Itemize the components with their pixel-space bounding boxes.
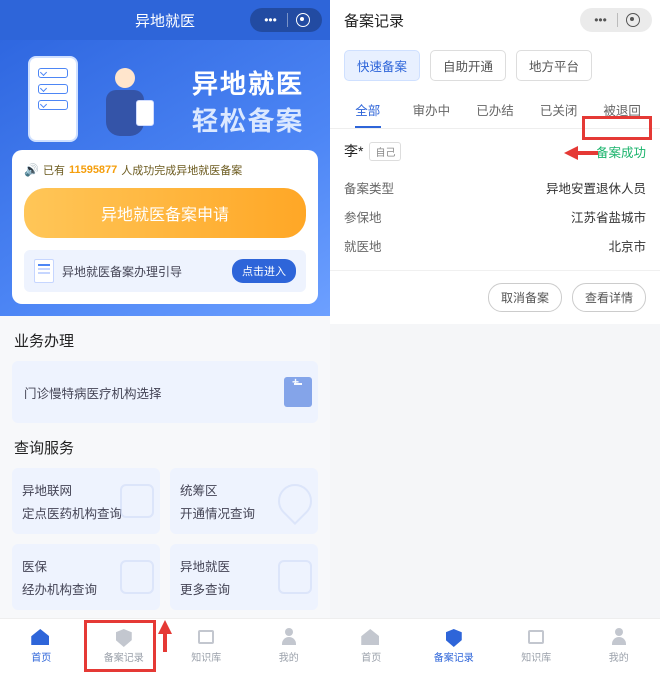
empty-area [330, 324, 660, 644]
tabbar-left: 首页 备案记录 知识库 我的 [0, 618, 330, 674]
guide-row[interactable]: 异地就医备案办理引导 点击进入 [24, 250, 306, 292]
tab-records[interactable]: 备案记录 [413, 619, 496, 674]
book-icon [528, 630, 544, 644]
navbar-right: 备案记录 ••• [330, 0, 660, 40]
hero-banner: 异地就医 轻松备案 [12, 40, 318, 150]
tab-all[interactable]: 全部 [336, 91, 400, 128]
apply-button[interactable]: 异地就医备案申请 [24, 188, 306, 238]
view-detail-button[interactable]: 查看详情 [572, 283, 646, 312]
chip-self[interactable]: 自助开通 [430, 50, 506, 81]
tabbar-right: 首页 备案记录 知识库 我的 [330, 618, 660, 674]
tab-mine[interactable]: 我的 [248, 619, 331, 674]
phone-illustration [28, 56, 78, 142]
filter-chips: 快速备案 自助开通 地方平台 [330, 40, 660, 91]
chip-local[interactable]: 地方平台 [516, 50, 592, 81]
query-more[interactable]: 异地就医更多查询 [170, 544, 318, 610]
home-icon [361, 629, 379, 645]
close-miniapp-icon[interactable] [296, 13, 310, 27]
query-region-status[interactable]: 统筹区开通情况查询 [170, 468, 318, 534]
tab-home[interactable]: 首页 [330, 619, 413, 674]
tab-returned[interactable]: 被退回 [590, 91, 654, 128]
tab-done[interactable]: 已办结 [463, 91, 527, 128]
record-name: 李* 自己 [344, 141, 401, 161]
cancel-record-button[interactable]: 取消备案 [488, 283, 562, 312]
document-icon [34, 259, 54, 283]
tab-knowledge[interactable]: 知识库 [495, 619, 578, 674]
biz-card-chronic[interactable]: 门诊慢特病医疗机构选择 [12, 361, 318, 423]
success-stat: 🔊 已有 11595877 人成功完成异地就医备案 [24, 162, 306, 178]
chip-fast[interactable]: 快速备案 [344, 50, 420, 81]
status-tabs: 全部 审办中 已办结 已关闭 被退回 [330, 91, 660, 129]
shield-icon [446, 629, 462, 647]
guide-text: 异地就医备案办理引导 [62, 263, 182, 280]
card-icon [120, 560, 154, 594]
speaker-icon: 🔊 [24, 163, 39, 177]
tab-records[interactable]: 备案记录 [83, 619, 166, 674]
hero-card: 🔊 已有 11595877 人成功完成异地就医备案 异地就医备案申请 异地就医备… [12, 150, 318, 304]
more-icon[interactable]: ••• [593, 14, 609, 26]
shield-icon [116, 629, 132, 647]
query-agency[interactable]: 医保经办机构查询 [12, 544, 160, 610]
query-networked-pharmacy[interactable]: 异地联网定点医药机构查询 [12, 468, 160, 534]
close-miniapp-icon[interactable] [626, 13, 640, 27]
guide-enter-button[interactable]: 点击进入 [232, 259, 296, 283]
tab-mine[interactable]: 我的 [578, 619, 660, 674]
section-query-title: 查询服务 [0, 423, 330, 468]
record-status: 备案成功 [596, 142, 646, 161]
tab-home[interactable]: 首页 [0, 619, 83, 674]
more-icon[interactable]: ••• [263, 14, 279, 26]
tab-processing[interactable]: 审办中 [400, 91, 464, 128]
miniapp-capsule[interactable]: ••• [580, 8, 652, 32]
hero-title: 异地就医 轻松备案 [192, 64, 304, 138]
record-details: 备案类型异地安置退休人员 参保地江苏省盐城市 就医地北京市 [330, 173, 660, 271]
hospital-icon [284, 377, 312, 407]
tab-closed[interactable]: 已关闭 [527, 91, 591, 128]
link-icon [120, 484, 154, 518]
right-pane: 备案记录 ••• 快速备案 自助开通 地方平台 全部 审办中 已办结 已关闭 被… [330, 0, 660, 674]
hero: 异地就医 轻松备案 🔊 已有 11595877 人成功完成异地就医备案 异地就医… [0, 40, 330, 316]
book-icon [198, 630, 214, 644]
left-pane: 异地就医 ••• 异地就医 轻松备案 🔊 已有 11595877 [0, 0, 330, 674]
user-icon [612, 637, 626, 645]
navbar-left: 异地就医 ••• [0, 0, 330, 40]
record-item: 李* 自己 备案成功 备案类型异地安置退休人员 参保地江苏省盐城市 就医地北京市… [330, 129, 660, 324]
home-icon [31, 629, 49, 645]
person-illustration [90, 68, 160, 148]
self-tag: 自己 [369, 142, 401, 161]
miniapp-capsule[interactable]: ••• [250, 8, 322, 32]
user-icon [282, 637, 296, 645]
section-business-title: 业务办理 [0, 316, 330, 361]
tab-knowledge[interactable]: 知识库 [165, 619, 248, 674]
nav-title: 异地就医 [135, 10, 195, 31]
more-query-icon [278, 560, 312, 594]
